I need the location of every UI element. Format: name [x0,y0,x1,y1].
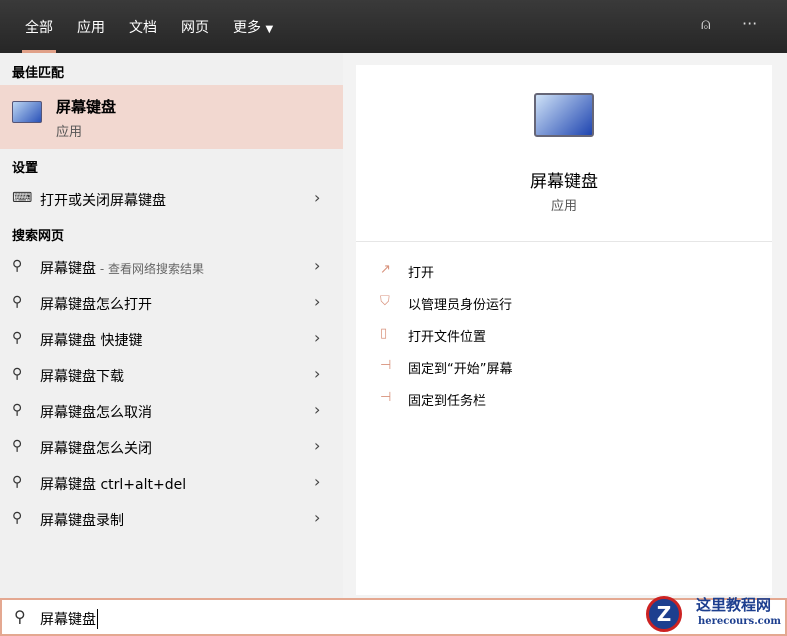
web-search-label: 屏幕键盘怎么关闭 [40,438,152,458]
chevron-right-icon: › [314,292,321,311]
query-text: 屏幕键盘 [40,261,96,277]
web-search-label: 屏幕键盘录制 [40,510,124,530]
keyboard-app-icon [12,101,42,123]
chevron-down-icon: ▼ [265,24,274,35]
search-icon: ⚲ [12,474,23,490]
search-icon: ⚲ [14,607,26,626]
web-search-item[interactable]: ⚲ 屏幕键盘怎么打开 › [0,285,343,321]
query-text: 屏幕键盘录制 [40,513,124,529]
pin-icon: ⊣ [380,358,392,373]
tab-more[interactable]: 更多 ▼ [233,17,273,37]
watermark-name: 这里教程网 [696,596,772,614]
chevron-right-icon: › [314,188,321,207]
settings-header: 设置 [12,161,39,176]
web-search-item[interactable]: ⚲ 屏幕键盘怎么取消 › [0,393,343,429]
tab-documents[interactable]: 文档 [129,17,157,37]
web-search-header: 搜索网页 [12,229,65,244]
open-icon: ↗ [380,262,391,277]
web-search-item[interactable]: ⚲ 屏幕键盘录制 › [0,501,343,537]
web-search-item[interactable]: ⚲ 屏幕键盘下载 › [0,357,343,393]
tab-all[interactable]: 全部 [22,17,56,53]
search-icon: ⚲ [12,510,23,526]
chevron-right-icon: › [314,508,321,527]
divider [356,241,772,242]
chevron-right-icon: › [314,436,321,455]
chevron-right-icon: › [314,364,321,383]
top-bar: 全部 应用 文档 网页 更多 ▼ ⍝ ··· [0,0,787,53]
best-match-subtitle: 应用 [56,125,83,140]
search-icon: ⚲ [12,258,23,274]
query-hint: - 查看网络搜索结果 [96,262,204,276]
action-label: 打开 [408,266,435,281]
settings-item-label: 打开或关闭屏幕键盘 [40,193,166,209]
query-text: 屏幕键盘怎么关闭 [40,441,152,457]
action-label: 固定到任务栏 [408,394,487,409]
search-icon: ⚲ [12,294,23,310]
action-label: 固定到“开始”屏幕 [408,362,513,377]
action-label: 打开文件位置 [408,330,487,345]
web-search-label: 屏幕键盘下载 [40,366,124,386]
query-text: 屏幕键盘 快捷键 [40,333,143,349]
query-text: 屏幕键盘 ctrl+alt+del [40,477,187,493]
pin-icon: ⊣ [380,390,392,405]
file-icon: ▯ [380,326,388,341]
detail-title: 屏幕键盘 [530,172,598,192]
query-text: 屏幕键盘下载 [40,369,124,385]
best-match-title: 屏幕键盘 [56,98,117,116]
shield-icon: ⛉ [380,294,390,309]
chevron-right-icon: › [314,400,321,419]
settings-item-toggle-osk[interactable]: ⌨ 打开或关闭屏幕键盘 › [0,181,343,217]
web-search-item[interactable]: ⚲ 屏幕键盘怎么关闭 › [0,429,343,465]
web-search-label: 屏幕键盘 ctrl+alt+del [40,474,186,494]
web-search-label: 屏幕键盘怎么取消 [40,402,152,422]
search-icon: ⚲ [12,402,23,418]
search-bar[interactable]: ⚲ 屏幕键盘 Z 这里教程网 herecours.com [0,596,787,636]
web-search-label: 屏幕键盘怎么打开 [40,294,152,314]
tab-web[interactable]: 网页 [181,17,209,37]
web-search-item[interactable]: ⚲ 屏幕键盘 - 查看网络搜索结果 › [0,249,343,285]
query-text: 屏幕键盘怎么打开 [40,297,152,313]
detail-subtitle: 应用 [550,199,577,214]
results-panel: 最佳匹配 屏幕键盘 应用 设置 ⌨ 打开或关闭屏幕键盘 › 搜索网页 ⚲ 屏幕键盘… [0,53,343,598]
search-input[interactable]: 屏幕键盘 [40,609,98,629]
web-search-item[interactable]: ⚲ 屏幕键盘 ctrl+alt+del › [0,465,343,501]
search-icon: ⚲ [12,366,23,382]
web-search-item[interactable]: ⚲ 屏幕键盘 快捷键 › [0,321,343,357]
tab-apps[interactable]: 应用 [77,17,105,37]
chevron-right-icon: › [314,472,321,491]
watermark-logo: Z 这里教程网 herecours.com [642,594,787,634]
keyboard-app-large-icon [534,93,594,137]
more-options-icon[interactable]: ··· [742,14,757,33]
query-text: 屏幕键盘怎么取消 [40,405,152,421]
chevron-right-icon: › [314,328,321,347]
best-match-header: 最佳匹配 [12,66,65,81]
tab-more-label: 更多 [233,20,261,36]
detail-panel: 屏幕键盘 应用 ↗ 打开 ⛉ 以管理员身份运行 ▯ 打开文件位置 ⊣ 固定到“开始”屏幕… [356,65,772,595]
web-search-label: 屏幕键盘 快捷键 [40,330,142,350]
watermark-z-icon: Z [646,596,682,632]
search-icon: ⚲ [12,330,23,346]
watermark-url: herecours.com [698,616,782,627]
chevron-right-icon: › [314,256,321,275]
web-search-label: 屏幕键盘 - 查看网络搜索结果 [40,258,204,278]
best-match-item[interactable]: 屏幕键盘 应用 [0,85,343,149]
action-label: 以管理员身份运行 [408,298,513,313]
search-icon: ⚲ [12,438,23,454]
keyboard-icon: ⌨ [12,190,33,206]
feedback-icon[interactable]: ⍝ [701,14,711,34]
